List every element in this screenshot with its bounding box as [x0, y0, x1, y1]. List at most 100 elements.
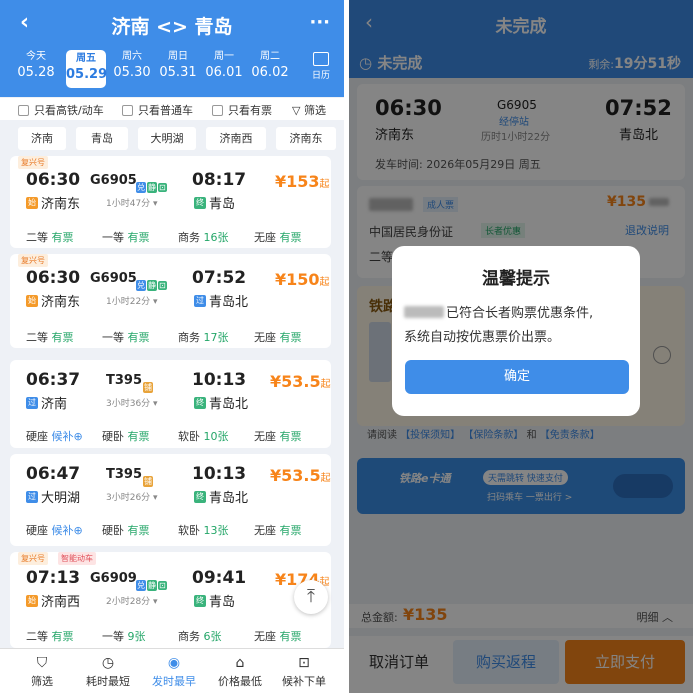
tip-dialog: 温馨提示 已符合长者购票优惠条件, 系统自动按优惠票价出票。 确定 — [392, 246, 640, 416]
end-icon: 终 — [194, 196, 206, 209]
seat-avail: 6张 — [203, 630, 222, 643]
to-station: 终青岛 — [194, 193, 235, 212]
bottom-cheapest[interactable]: ⌂ 价格最低 — [210, 655, 270, 689]
bottom-filter[interactable]: ⛉ 筛选 — [12, 655, 72, 689]
waitlist-link[interactable]: 候补 — [52, 430, 74, 443]
dep-time: 06:30 — [26, 170, 81, 190]
date-day: 06.01 — [205, 65, 243, 80]
seat-label: 一等 — [102, 331, 124, 344]
seat-avail: 有票 — [51, 331, 74, 344]
filter-highspeed[interactable]: 只看高铁/动车 — [18, 102, 104, 118]
duration: 2小时28分 ▾ — [106, 597, 158, 607]
date-tab[interactable]: 周二 06.02 — [250, 50, 290, 82]
route-title[interactable]: 济南 <> 青岛 — [0, 12, 344, 39]
train-card[interactable]: 复兴号 智能动车 07:13 G6909 兑静 ⊡ 2小时28分 ▾ 09:41 … — [10, 552, 331, 648]
date-week: 周日 — [168, 51, 188, 62]
checkbox[interactable] — [212, 104, 223, 116]
station-chip[interactable]: 济南东 — [276, 127, 336, 150]
arr-time: 07:52 — [192, 268, 247, 288]
date-tab[interactable]: 周六 05.30 — [112, 50, 152, 82]
seat-label: 二等 — [26, 331, 48, 344]
seat-label: 二等 — [26, 231, 48, 244]
more-icon[interactable]: ··· — [309, 12, 330, 33]
train-card[interactable]: 复兴号 06:30 G6905 兑静 ⊡ 1小时22分 ▾ 07:52 始济南东 … — [10, 254, 331, 348]
dialog-line2: 系统自动按优惠票价出票。 — [404, 330, 561, 345]
pass-icon: 过 — [26, 396, 38, 409]
dialog-title: 温馨提示 — [482, 269, 550, 289]
pass-icon: 过 — [26, 490, 38, 503]
confirm-button[interactable]: 确定 — [405, 360, 629, 394]
filter-more[interactable]: ▽ 筛选 — [292, 102, 326, 118]
train-no: G6909 — [90, 571, 137, 586]
filter-label: 只看普通车 — [138, 104, 193, 117]
seat-label: 无座 — [254, 430, 276, 443]
bottom-waitlist[interactable]: ⊡ 候补下单 — [274, 655, 334, 689]
pass-icon: 过 — [194, 294, 206, 307]
to-name: 青岛北 — [209, 491, 249, 506]
wifi-icon: ⊡ — [158, 281, 167, 290]
date-tab[interactable]: 周日 05.31 — [158, 50, 198, 82]
seat-avail: 有票 — [279, 524, 302, 537]
calendar-label: 日历 — [311, 71, 330, 81]
price: ¥153起 — [275, 172, 330, 191]
plus-icon[interactable]: ⊕ — [74, 430, 83, 443]
train-card[interactable]: 06:37 T395 铺 3小时36分 ▾ 10:13 过济南 终青岛北 ¥53… — [10, 360, 331, 448]
calendar-button[interactable]: 日历 — [308, 52, 334, 81]
seat-info: 二等 有票 — [26, 329, 74, 345]
price-value: ¥53.5 — [270, 466, 321, 485]
date-week: 今天 — [26, 51, 46, 62]
start-icon: 始 — [26, 594, 38, 607]
station-chip[interactable]: 济南 — [18, 127, 66, 150]
seat-info: 软卧 10张 — [178, 428, 229, 444]
station-chip[interactable]: 大明湖 — [138, 127, 196, 150]
earliest-icon: ◉ — [167, 655, 181, 671]
train-no: T395 — [106, 467, 143, 482]
back-to-top-icon[interactable]: ⤒ — [294, 580, 328, 614]
date-tab[interactable]: 今天 05.28 — [16, 50, 56, 82]
duration: 1小时22分 ▾ — [106, 297, 158, 307]
seat-info: 无座 有票 — [254, 428, 302, 444]
seat-label: 硬卧 — [102, 430, 124, 443]
date-day: 05.28 — [17, 65, 55, 80]
seat-avail: 有票 — [127, 231, 150, 244]
train-badges: 兑静 ⊡ — [135, 573, 167, 592]
filter-available[interactable]: 只看有票 — [212, 102, 272, 118]
station-chip[interactable]: 青岛 — [76, 127, 128, 150]
seat-info[interactable]: 硬座 候补⊕ — [26, 428, 83, 444]
seat-info[interactable]: 硬座 候补⊕ — [26, 522, 83, 538]
bottom-earliest[interactable]: ◉ 发时最早 — [144, 655, 204, 689]
bottom-shortest[interactable]: ◷ 耗时最短 — [78, 655, 138, 689]
sleeper-badge: 铺 — [143, 382, 153, 393]
seat-info: 二等 有票 — [26, 229, 74, 245]
order-screen: ‹ 未完成 ◷ 未完成 剩余:19分51秒 06:30 济南东 G6905 经停… — [349, 0, 693, 693]
train-list-screen: ‹ 济南 <> 青岛 ··· 今天 05.28 周五 05.29 周六 05.30 周… — [0, 0, 344, 693]
filter-normal[interactable]: 只看普通车 — [122, 102, 193, 118]
date-tab[interactable]: 周一 06.01 — [204, 50, 244, 82]
plus-icon[interactable]: ⊕ — [74, 524, 83, 537]
from-name: 济南 — [41, 397, 68, 412]
seat-avail: 有票 — [279, 231, 302, 244]
seat-label: 无座 — [254, 630, 276, 643]
from-name: 大明湖 — [41, 491, 81, 506]
seat-label: 二等 — [26, 630, 48, 643]
date-tab-selected[interactable]: 周五 05.29 — [66, 50, 107, 88]
checkbox[interactable] — [122, 104, 133, 116]
seat-label: 一等 — [102, 231, 124, 244]
checkbox[interactable] — [18, 104, 29, 116]
seat-label: 硬座 — [26, 430, 48, 443]
waitlist-link[interactable]: 候补 — [52, 524, 74, 537]
seat-label: 无座 — [254, 331, 276, 344]
train-card[interactable]: 复兴号 06:30 G6905 兑静 ⊡ 1小时47分 ▾ 08:17 始济南东 … — [10, 156, 331, 248]
station-chip[interactable]: 济南西 — [206, 127, 266, 150]
seat-label: 硬卧 — [102, 524, 124, 537]
filter-bar: 只看高铁/动车 只看普通车 只看有票 ▽ 筛选 — [0, 98, 344, 120]
start-icon: 始 — [26, 294, 38, 307]
seat-label: 无座 — [254, 524, 276, 537]
bottom-label: 发时最早 — [152, 675, 196, 688]
calendar-icon — [313, 52, 329, 66]
seat-avail: 有票 — [127, 331, 150, 344]
sleeper-badge: 铺 — [143, 476, 153, 487]
header: ‹ 济南 <> 青岛 ··· 今天 05.28 周五 05.29 周六 05.30 周… — [0, 0, 344, 97]
train-card[interactable]: 06:47 T395 铺 3小时26分 ▾ 10:13 过大明湖 终青岛北 ¥5… — [10, 454, 331, 546]
seat-label: 商务 — [178, 630, 200, 643]
